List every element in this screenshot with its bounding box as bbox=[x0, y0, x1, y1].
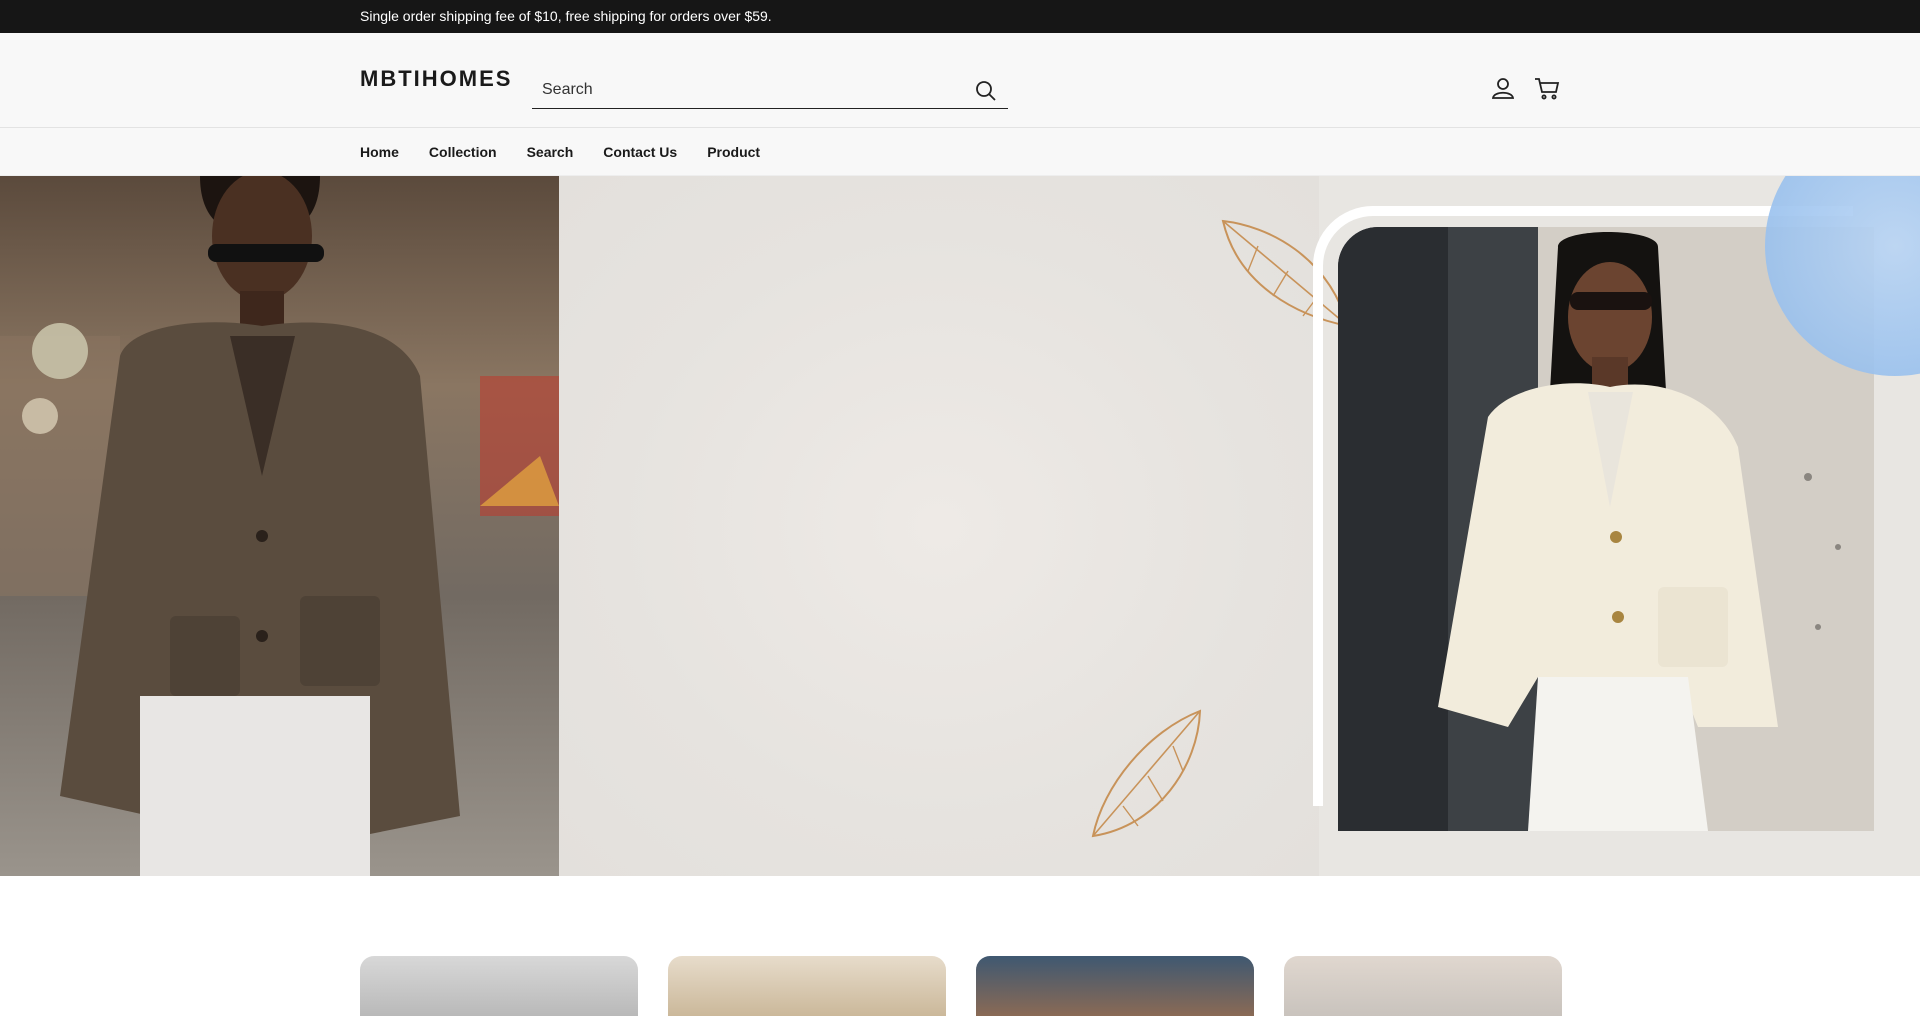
hero-left-photo bbox=[0, 176, 559, 876]
product-card-4[interactable] bbox=[1284, 956, 1562, 1016]
cart-icon[interactable] bbox=[1534, 75, 1560, 101]
search-input[interactable] bbox=[532, 71, 952, 109]
site-header: MBTIHOMES bbox=[0, 33, 1920, 128]
model-brown-cardigan bbox=[0, 176, 559, 876]
nav-search[interactable]: Search bbox=[527, 144, 574, 160]
site-logo[interactable]: MBTIHOMES bbox=[360, 66, 512, 92]
leaf-bottom-icon bbox=[1091, 709, 1202, 838]
nav-home[interactable]: Home bbox=[360, 144, 399, 160]
nav-product[interactable]: Product bbox=[707, 144, 760, 160]
product-card-2[interactable] bbox=[668, 956, 946, 1016]
product-card-3[interactable] bbox=[976, 956, 1254, 1016]
hero-banner[interactable] bbox=[0, 176, 1920, 876]
product-cards-row bbox=[360, 956, 1562, 1016]
header-icons bbox=[1490, 75, 1560, 101]
search-icon[interactable] bbox=[974, 79, 998, 103]
account-icon[interactable] bbox=[1490, 75, 1516, 101]
nav-contact-us[interactable]: Contact Us bbox=[603, 144, 677, 160]
search-bar bbox=[532, 71, 1008, 109]
announcement-text: Single order shipping fee of $10, free s… bbox=[360, 8, 772, 24]
product-card-1[interactable] bbox=[360, 956, 638, 1016]
nav-collection[interactable]: Collection bbox=[429, 144, 497, 160]
main-nav: Home Collection Search Contact Us Produc… bbox=[0, 128, 1920, 176]
announcement-bar: Single order shipping fee of $10, free s… bbox=[0, 0, 1920, 33]
